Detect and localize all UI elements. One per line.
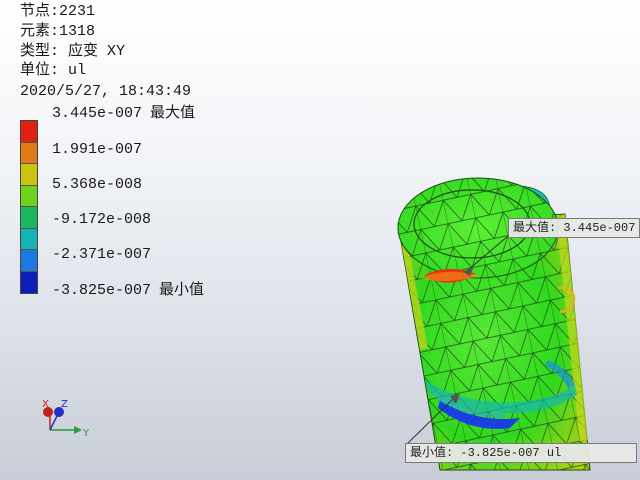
legend-value: 1.991e-007 [52,141,143,158]
min-value-callout[interactable]: 最小值: -3.825e-007 ul [405,443,637,463]
element-count: 元素:1318 [20,23,96,40]
legend-value: 5.368e-008 [52,176,143,193]
legend-color-segment [21,142,37,164]
legend-color-segment [21,185,37,207]
legend-color-segment [21,207,37,229]
legend-label-0: 3.445e-007 最大值 [52,103,195,123]
legend-label-3: -9.172e-008 [52,211,151,229]
legend-min-tag: 最小值 [159,280,205,298]
result-unit: 单位: ul [20,62,87,79]
y-axis-arrow-icon [74,426,82,434]
legend-max-tag: 最大值 [150,103,196,121]
legend-color-segment [21,121,37,143]
x-axis-label: X [42,399,49,410]
legend-value: 3.445e-007 [52,105,143,122]
legend-color-segment [21,250,37,272]
legend-color-segment [21,271,37,293]
legend-color-segment [21,228,37,250]
result-timestamp: 2020/5/27, 18:43:49 [20,83,192,100]
legend-label-4: -2.371e-007 [52,246,151,264]
legend-label-5: -3.825e-007 最小值 [52,280,204,300]
node-count: 节点:2231 [20,3,96,20]
legend-value: -2.371e-007 [52,246,152,263]
legend-value: -9.172e-008 [52,211,152,228]
legend-color-segment [21,164,37,186]
legend-label-2: 5.368e-008 [52,176,142,194]
legend-label-1: 1.991e-007 [52,141,142,159]
z-axis-label: Z [61,399,68,410]
view-triad[interactable]: X Z Y [30,390,100,450]
y-axis-label: Y [82,428,90,439]
max-value-callout[interactable]: 最大值: 3.445e-007 ul [508,218,640,238]
color-legend-bar [20,120,38,294]
result-type: 类型: 应变 XY [20,43,126,60]
legend-value: -3.825e-007 [52,282,152,299]
